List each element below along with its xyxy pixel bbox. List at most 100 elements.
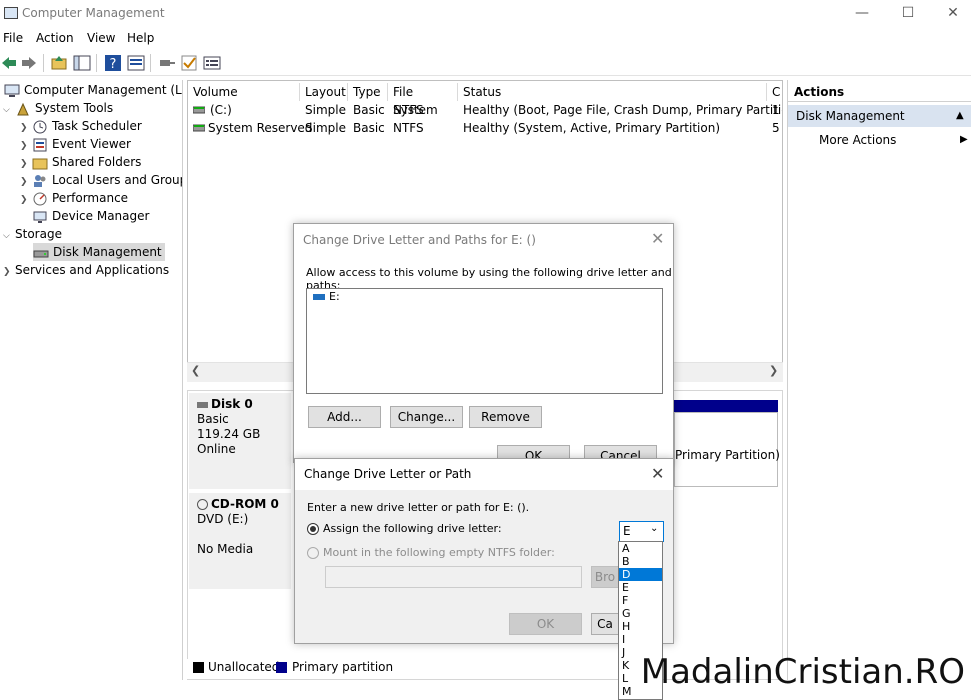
cell-volume: (C:) [210,103,232,117]
maximize-button[interactable]: ☐ [896,4,920,22]
menu-view[interactable]: View [87,31,115,45]
actions-pane: Actions Disk Management ▲ More Actions ▶ [787,80,971,680]
show-hide-tree-icon[interactable] [73,54,91,72]
tree-item-disk-management[interactable]: Disk Management [33,243,165,261]
drive-letter-option[interactable]: H [619,620,662,633]
title-bar: Computer Management — ☐ ✕ [0,0,971,28]
performance-icon [33,192,47,205]
actions-section-disk-management[interactable]: Disk Management ▲ [788,105,971,127]
computer-management-icon [4,84,20,97]
forward-arrow-icon[interactable] [20,54,38,72]
check-icon[interactable] [180,54,198,72]
column-header-type[interactable]: Type [348,83,388,101]
dialog-title: Change Drive Letter or Path [304,467,472,481]
cell-status: Healthy (Boot, Page File, Crash Dump, Pr… [463,103,783,117]
svg-text:?: ? [110,57,117,72]
chevron-down-icon[interactable]: ⌵ [3,101,15,119]
ok-button[interactable]: OK [509,613,582,635]
close-icon[interactable]: ✕ [651,464,664,483]
drive-letter-option-highlighted[interactable]: D [619,568,662,581]
column-header-volume[interactable]: Volume [188,83,300,101]
list-view-icon[interactable] [203,54,221,72]
drive-icon [313,294,325,300]
tree-item-system-tools[interactable]: ⌵ System Tools [3,99,113,117]
close-window-button[interactable]: ✕ [941,4,965,22]
tree-item-device-manager[interactable]: Device Manager [20,207,149,225]
cell-file-system: NTFS [393,121,424,135]
cell-capacity: 5 [772,121,780,135]
event-viewer-icon [33,138,47,151]
help-icon[interactable]: ? [104,54,122,72]
scroll-left-icon[interactable]: ❮ [191,364,200,377]
paths-listbox[interactable]: E: [306,288,663,394]
disk-size: 119.24 GB [197,427,261,441]
tree-item-local-users-and-groups[interactable]: ❯ Local Users and Groups [20,171,183,189]
drive-letter-option[interactable]: I [619,633,662,646]
tree-label: Computer Management (Local [24,83,182,97]
clock-icon [33,120,47,133]
column-header-file-system[interactable]: File System [388,83,458,117]
path-item[interactable]: E: [329,290,340,303]
disk-type: DVD (E:) [197,512,249,526]
dialog-instruction: Enter a new drive letter or path for E: … [307,501,530,514]
assign-letter-radio[interactable] [307,523,319,535]
column-header-capacity[interactable]: C [767,83,782,101]
chevron-down-icon[interactable]: ⌵ [3,227,15,245]
cancel-button[interactable]: Ca [591,613,619,635]
cell-type: Basic [353,103,385,117]
tree-label: Disk Management [53,245,162,259]
tree-item-storage[interactable]: ⌵ Storage [3,225,62,243]
chevron-right-icon[interactable]: ❯ [3,263,15,281]
connect-icon[interactable] [158,54,176,72]
browse-button[interactable]: Bro [591,566,619,588]
cdrom-0-info[interactable]: CD-ROM 0 DVD (E:) No Media [189,493,291,589]
menu-file[interactable]: File [3,31,23,45]
tree-item-shared-folders[interactable]: ❯ Shared Folders [20,153,141,171]
drive-letter-option[interactable]: E [619,581,662,594]
computer-management-icon [4,7,18,19]
drive-letter-option[interactable]: B [619,555,662,568]
drive-letter-option[interactable]: A [619,542,662,555]
change-button[interactable]: Change... [390,406,463,428]
tree-label: Services and Applications [15,263,170,277]
selected-letter: E [623,524,631,538]
tree-item-performance[interactable]: ❯ Performance [20,189,128,207]
tree-item-services-and-applications[interactable]: ❯ Services and Applications [3,261,169,279]
properties-icon[interactable] [127,54,145,72]
tree-item-task-scheduler[interactable]: ❯ Task Scheduler [20,117,142,135]
column-header-layout[interactable]: Layout [300,83,348,101]
tree-item-event-viewer[interactable]: ❯ Event Viewer [20,135,131,153]
tree-label: Local Users and Groups [52,173,183,187]
device-manager-icon [33,211,47,223]
shared-folder-icon [32,158,48,169]
tree-item-computer-management[interactable]: Computer Management (Local [0,81,182,99]
column-header-status[interactable]: Status [458,83,767,101]
submenu-arrow-icon: ▶ [960,134,968,145]
minimize-button[interactable]: — [850,4,874,22]
menu-help[interactable]: Help [127,31,154,45]
menu-action[interactable]: Action [36,31,74,45]
collapse-up-icon[interactable]: ▲ [956,105,964,127]
partition-bar [674,400,778,412]
mount-folder-label[interactable]: Mount in the following empty NTFS folder… [323,546,555,559]
remove-button[interactable]: Remove [469,406,542,428]
mount-folder-radio[interactable] [307,547,319,559]
close-icon[interactable]: ✕ [651,229,664,248]
scroll-right-icon[interactable]: ❯ [769,364,778,377]
cell-capacity: 1 [772,103,780,117]
partition-block[interactable]: Primary Partition) [674,412,780,487]
more-actions-label: More Actions [819,133,897,147]
up-folder-icon[interactable] [50,54,68,72]
drive-letter-select[interactable]: E ⌄ [619,521,664,542]
change-drive-letter-or-path-dialog: Change Drive Letter or Path ✕ Enter a ne… [294,458,674,644]
back-arrow-icon[interactable] [0,54,18,72]
folder-path-input[interactable] [325,566,582,588]
disk-0-info[interactable]: Disk 0 Basic 119.24 GB Online [189,393,291,489]
cell-layout: Simple [305,121,346,135]
drive-letter-option[interactable]: F [619,594,662,607]
more-actions-item[interactable]: More Actions ▶ [788,130,971,150]
tree-label: Event Viewer [52,137,131,151]
add-button[interactable]: Add... [308,406,381,428]
drive-letter-option[interactable]: G [619,607,662,620]
assign-letter-label[interactable]: Assign the following drive letter: [323,522,502,535]
